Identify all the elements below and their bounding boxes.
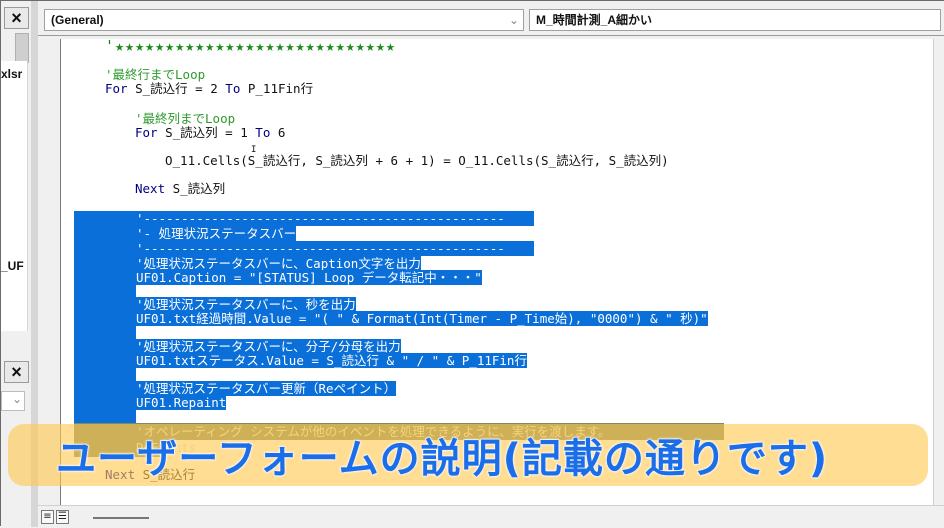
- procedure-view-icon: ≡: [43, 511, 52, 522]
- code-line-comment-seconds: '処理状況ステータスバーに、秒を出力: [136, 297, 356, 312]
- close-icon: ×: [11, 7, 22, 28]
- procedure-view-button[interactable]: ≡: [41, 510, 54, 524]
- close-icon: ×: [11, 361, 22, 382]
- code-line-for-col: For S_読込列 = 1 To 6: [135, 125, 285, 140]
- code-line-comment-last-col: '最終列までLoop: [135, 111, 236, 126]
- keyword-next: Next: [135, 181, 166, 196]
- code-text: S_読込列 = 1: [157, 125, 256, 140]
- code-line-comment-ratio: '処理状況ステータスバーに、分子/分母を出力: [136, 339, 401, 354]
- code-line-comment-repaint: '処理状況ステータスバー更新（Reペイント）: [136, 381, 397, 396]
- vba-editor-window: × xlsr _UF × ⌄ (General) ⌄ M_時間計測_A細かい '…: [0, 0, 944, 528]
- selection-left-block: [74, 211, 136, 423]
- keyword-for: For: [135, 125, 158, 140]
- code-line-comment-last-row: '最終行までLoop: [105, 67, 206, 82]
- tree-item-workbook[interactable]: xlsr: [1, 67, 22, 81]
- code-line-stars: '★★★★★★★★★★★★★★★★★★★★★★★★★★★★: [105, 39, 396, 55]
- full-module-view-icon: ☰: [58, 511, 67, 522]
- keyword-for: For: [105, 81, 128, 96]
- object-combo[interactable]: (General) ⌄: [44, 9, 524, 31]
- code-line-separator-1: '---------------------------------------…: [136, 211, 534, 226]
- keyword-to: To: [255, 125, 271, 140]
- project-tree: xlsr _UF: [1, 61, 28, 331]
- code-text: P_11Fin行: [240, 81, 314, 96]
- full-module-view-button[interactable]: ☰: [56, 510, 69, 524]
- code-line-ratio-stmt: UF01.txtステータス.Value = S_読込行 & " / " & P_…: [136, 353, 527, 368]
- text-cursor-icon: I: [251, 145, 257, 155]
- keyword-to: To: [225, 81, 241, 96]
- project-explorer-close-button[interactable]: ×: [4, 7, 29, 29]
- caption-text: ユーザーフォームの説明(記載の通りです): [55, 435, 829, 483]
- vertical-scrollbar[interactable]: [933, 39, 944, 505]
- project-explorer-scrollbar[interactable]: [15, 33, 29, 63]
- object-combo-value: (General): [51, 13, 104, 27]
- code-line-separator-2: '---------------------------------------…: [136, 241, 534, 256]
- code-line-next-col: Next S_読込列: [135, 181, 225, 196]
- code-line-caption-stmt: UF01.Caption = "[STATUS] Loop データ転記中・・・": [136, 270, 482, 285]
- code-text: S_読込行 = 2: [127, 81, 226, 96]
- horizontal-scrollbar-thumb[interactable]: [93, 517, 149, 519]
- code-line-repaint-stmt: UF01.Repaint: [136, 395, 227, 410]
- procedure-combo[interactable]: M_時間計測_A細かい: [529, 9, 941, 31]
- tree-item-userform[interactable]: _UF: [1, 259, 24, 273]
- code-line-seconds-stmt: UF01.txt経過時間.Value = "( " & Format(Int(T…: [136, 311, 708, 326]
- code-line-comment-caption: '処理状況ステータスバーに、Caption文字を出力: [136, 256, 421, 271]
- code-line-for-row: For S_読込行 = 2 To P_11Fin行: [105, 81, 313, 96]
- chevron-down-icon: ⌄: [508, 13, 519, 27]
- properties-object-combo[interactable]: ⌄: [1, 391, 25, 411]
- code-text: S_読込列: [165, 181, 226, 196]
- properties-close-button[interactable]: ×: [4, 361, 29, 383]
- code-line-assign-cells: O_11.Cells(S_読込行, S_読込列 + 6 + 1) = O_11.…: [165, 153, 669, 168]
- procedure-combo-value: M_時間計測_A細かい: [536, 13, 653, 27]
- code-window-status-bar: ≡ ☰: [38, 505, 944, 528]
- code-text: 6: [270, 125, 286, 140]
- chevron-down-icon: ⌄: [11, 392, 22, 406]
- code-line-section-title: '- 処理状況ステータスバー: [136, 226, 297, 241]
